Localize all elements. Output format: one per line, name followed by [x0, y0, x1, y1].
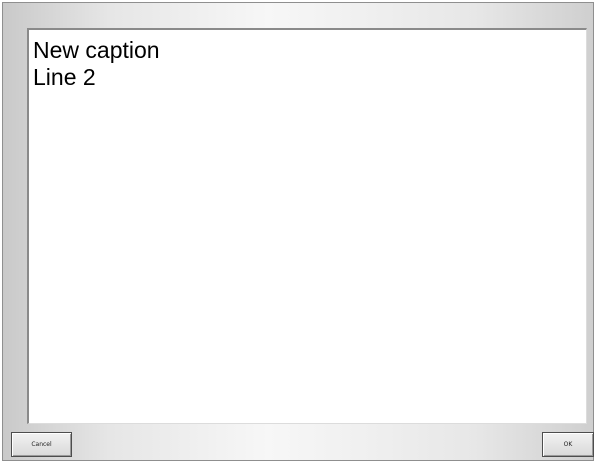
caption-line-2: Line 2 [33, 64, 96, 90]
cancel-button[interactable]: Cancel [11, 432, 72, 457]
caption-dialog: New caption Line 2 [2, 2, 594, 461]
caption-line-1: New caption [33, 37, 160, 63]
ok-button[interactable]: OK [542, 432, 594, 457]
caption-text-area[interactable]: New caption Line 2 [27, 28, 587, 424]
